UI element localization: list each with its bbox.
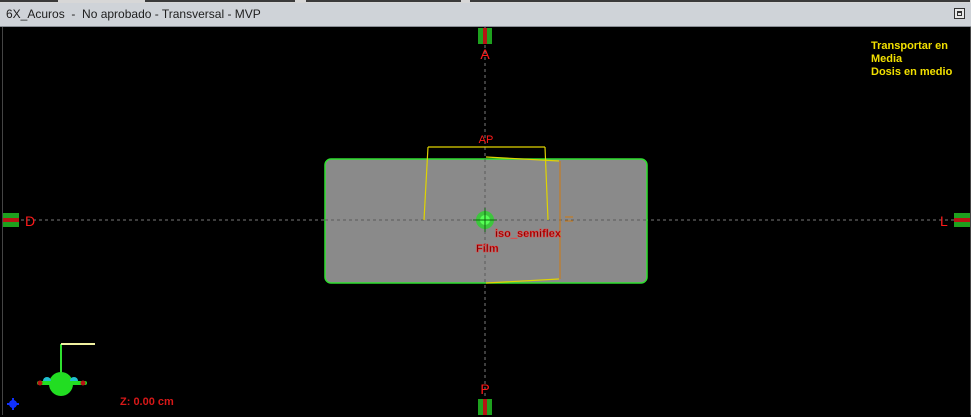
maximize-button[interactable] xyxy=(954,8,965,19)
info-line: Media xyxy=(871,53,903,65)
orientation-gizmo xyxy=(37,343,95,396)
info-line: Dosis en medio xyxy=(871,66,953,78)
orientation-label-top: A xyxy=(480,46,490,62)
maximize-icon xyxy=(957,11,962,16)
orientation-label-bottom: P xyxy=(480,381,489,397)
orientation-label-right: L xyxy=(940,213,948,229)
orientation-label-left: D xyxy=(25,213,35,229)
marker-bottom xyxy=(478,399,492,415)
calculation-info-overlay: Transportar en Media Dosis en medio xyxy=(871,40,952,79)
info-line: Transportar en xyxy=(871,40,949,52)
view-canvas[interactable]: A P D L AP iso_semiflex Film xyxy=(3,27,970,415)
z-position-readout: Z: 0.00 cm xyxy=(120,396,174,408)
view-title-bar: 6X_Acuros - No aprobado - Transversal - … xyxy=(0,3,971,27)
transverse-view[interactable]: A P D L AP iso_semiflex Film Transportar… xyxy=(2,27,971,415)
beam-label: AP xyxy=(479,134,494,146)
application-window: 6X_Acuros - No aprobado - Transversal - … xyxy=(0,0,971,417)
marker-right xyxy=(954,213,970,227)
body-structure-label: Film xyxy=(476,243,499,255)
view-title: 6X_Acuros - No aprobado - Transversal - … xyxy=(6,7,261,21)
marker-left xyxy=(3,213,19,227)
marker-top xyxy=(478,28,492,44)
isocenter-label: iso_semiflex xyxy=(495,228,562,240)
settings-gear-icon[interactable] xyxy=(7,398,19,410)
